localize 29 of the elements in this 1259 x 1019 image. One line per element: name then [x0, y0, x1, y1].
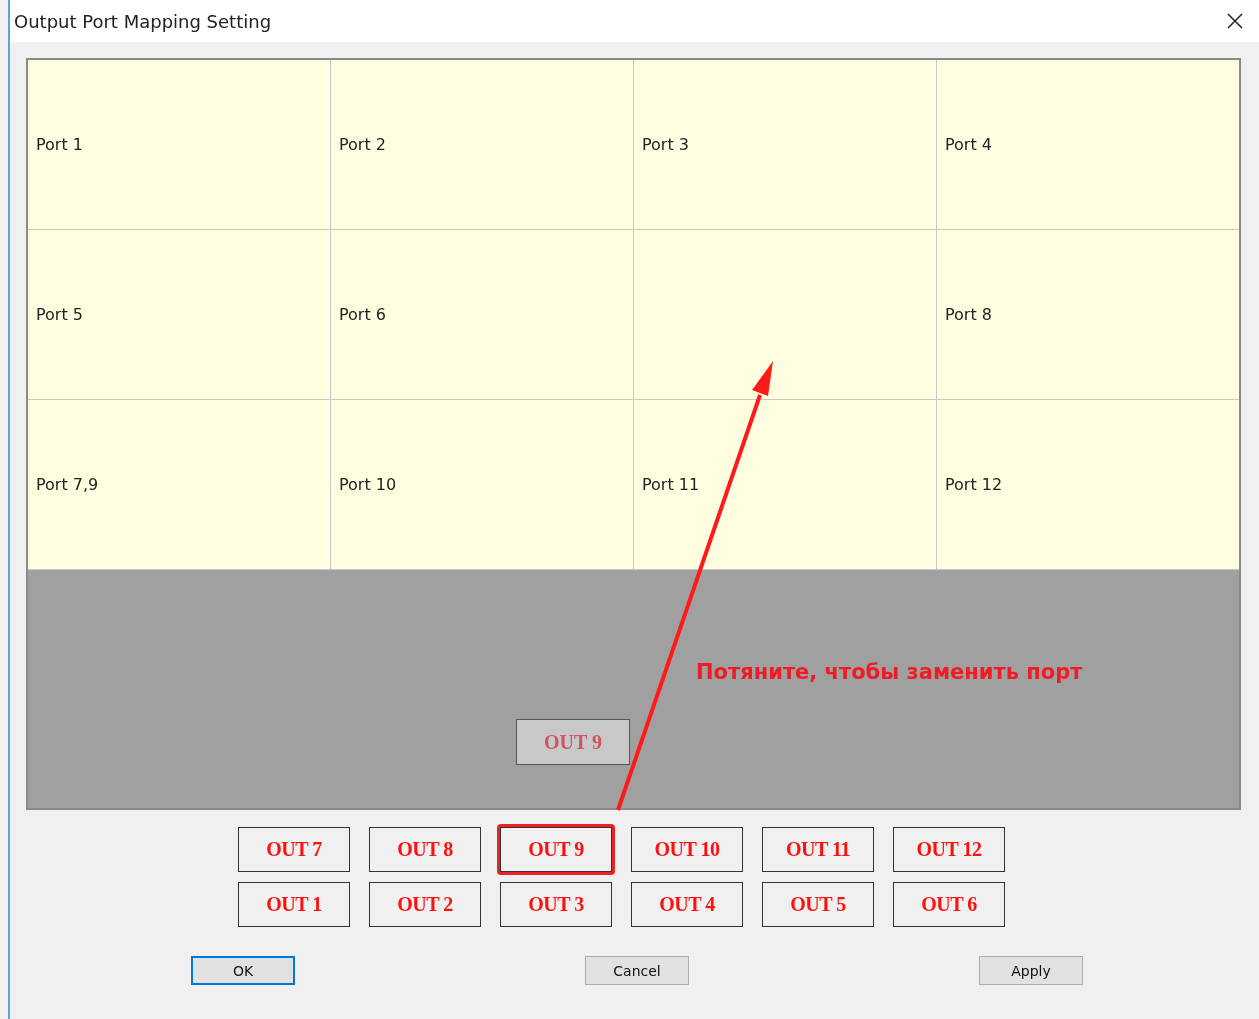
port-label: Port 1: [36, 135, 83, 154]
port-label: Port 10: [339, 475, 397, 494]
port-label: Port 12: [945, 475, 1003, 494]
grid-cell[interactable]: Port 2: [331, 60, 633, 229]
grid-cell[interactable]: Port 10: [331, 400, 633, 569]
dialog-button[interactable]: OK: [191, 956, 295, 985]
grid-cell[interactable]: Port 1: [28, 60, 330, 229]
grid-cell[interactable]: Port 4: [937, 60, 1239, 229]
port-label: Port 8: [945, 305, 992, 324]
grid-cell[interactable]: Port 11: [634, 400, 936, 569]
port-label: Port 5: [36, 305, 83, 324]
grid-cell[interactable]: [634, 230, 936, 399]
grid-cell[interactable]: Port 7,9: [28, 400, 330, 569]
grid-cell[interactable]: Port 3: [634, 60, 936, 229]
annotation-text: Потяните, чтобы заменить порт: [696, 660, 1083, 684]
grid-cell[interactable]: Port 12: [937, 400, 1239, 569]
grid-cell[interactable]: Port 6: [331, 230, 633, 399]
grid-cell[interactable]: Port 5: [28, 230, 330, 399]
port-label: Port 6: [339, 305, 386, 324]
port-label: Port 7,9: [36, 475, 99, 494]
port-label: Port 3: [642, 135, 689, 154]
close-icon[interactable]: [1227, 13, 1243, 29]
window-title: Output Port Mapping Setting: [14, 10, 272, 32]
grid-cell[interactable]: Port 8: [937, 230, 1239, 399]
dialog-button[interactable]: Apply: [979, 956, 1083, 985]
port-label: Port 2: [339, 135, 386, 154]
dialog-button[interactable]: Cancel: [585, 956, 689, 985]
port-label: Port 4: [945, 135, 992, 154]
port-label: Port 11: [642, 475, 700, 494]
